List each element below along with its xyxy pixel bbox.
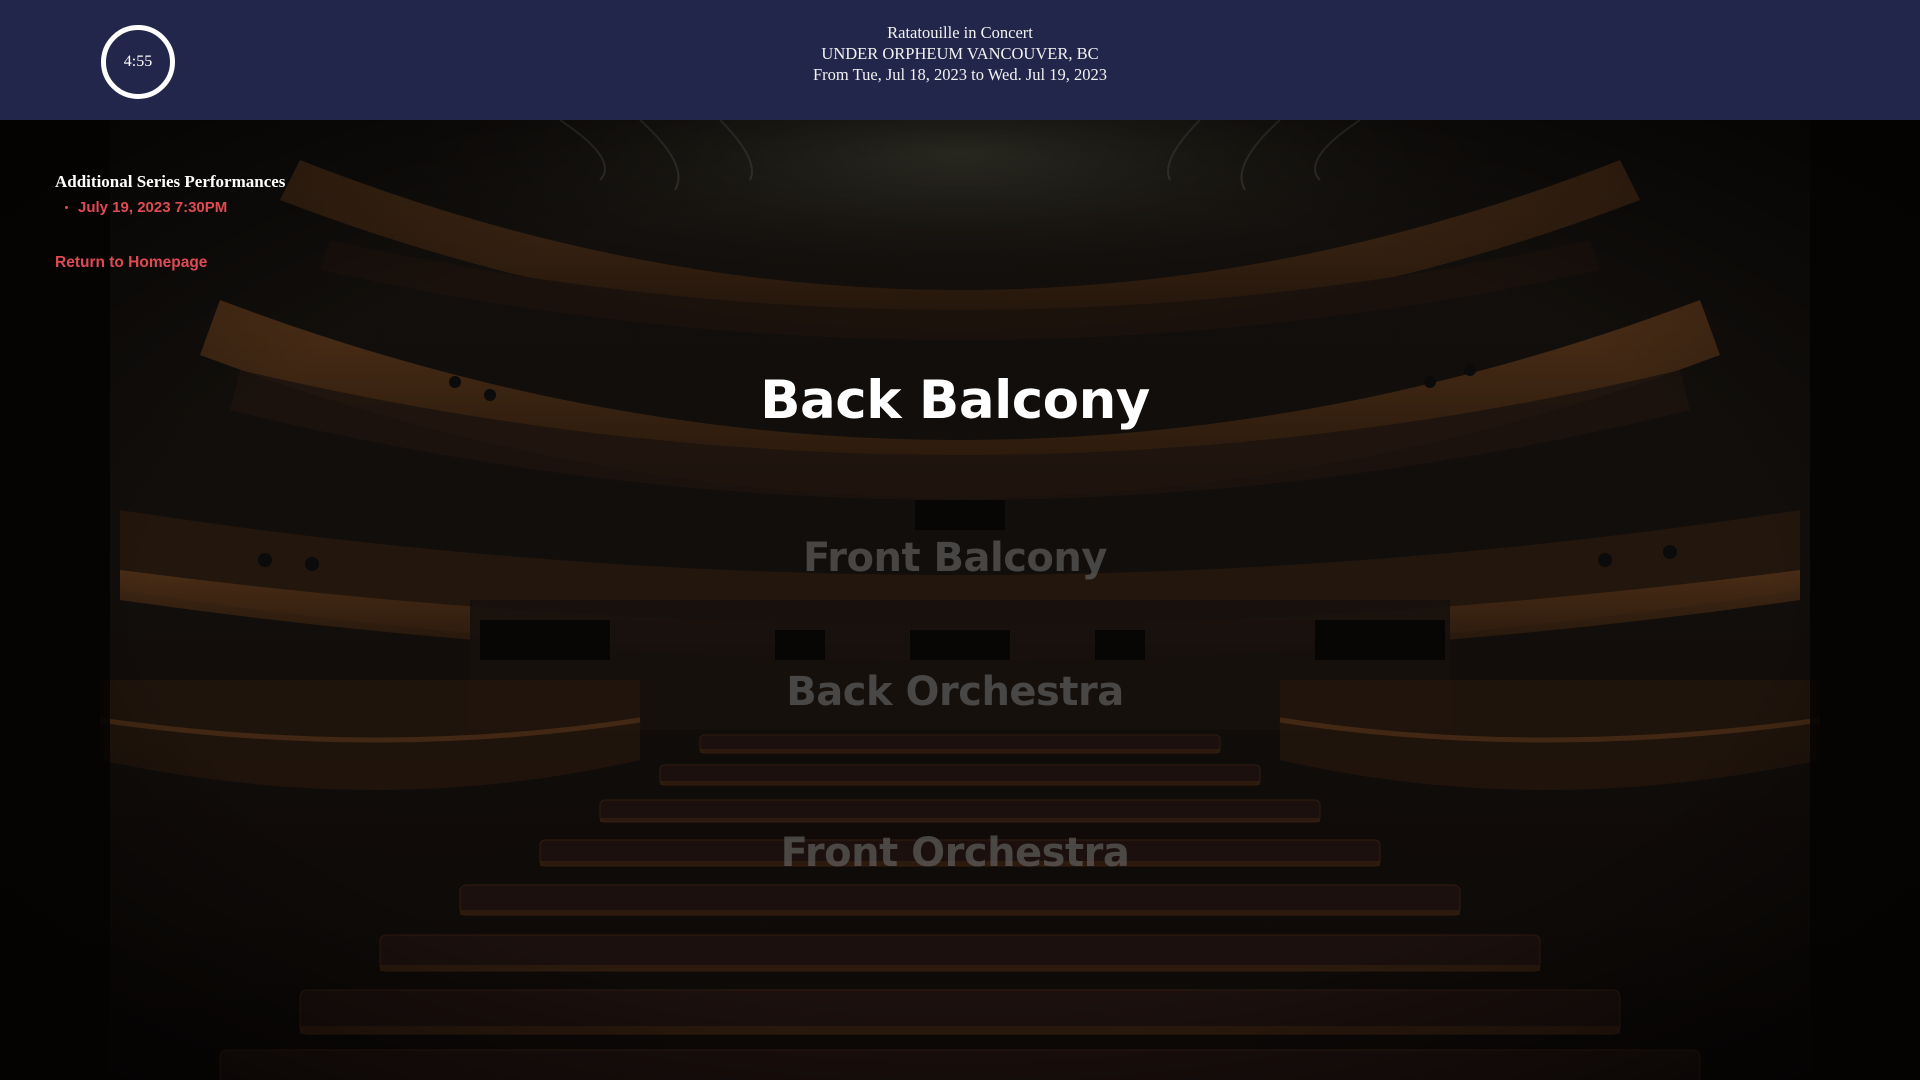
event-dates: From Tue, Jul 18, 2023 to Wed. Jul 19, 2… bbox=[812, 65, 1108, 84]
event-header: 4:55 Ratatouille in Concert UNDER ORPHEU… bbox=[0, 0, 1920, 120]
venue-background-image bbox=[0, 120, 1920, 1080]
event-venue: UNDER ORPHEUM VANCOUVER, BC bbox=[821, 44, 1099, 63]
event-title: Ratatouille in Concert bbox=[887, 23, 1033, 42]
performance-list: July 19, 2023 7:30PM bbox=[55, 199, 285, 216]
bullet-dot-icon bbox=[65, 206, 68, 209]
section-option-back-orchestra[interactable]: Back Orchestra bbox=[555, 669, 1355, 715]
event-info: Ratatouille in Concert UNDER ORPHEUM VAN… bbox=[560, 22, 1360, 85]
timer-value: 4:55 bbox=[123, 53, 153, 70]
performance-link[interactable]: July 19, 2023 7:30PM bbox=[55, 199, 285, 216]
series-performances-title: Additional Series Performances bbox=[55, 172, 286, 191]
sidebar: Additional Series Performances July 19, … bbox=[55, 172, 285, 272]
countdown-timer: 4:55 bbox=[101, 25, 175, 99]
section-option-back-balcony[interactable]: Back Balcony bbox=[555, 370, 1355, 431]
section-option-front-balcony[interactable]: Front Balcony bbox=[555, 535, 1355, 581]
performance-link-label: July 19, 2023 7:30PM bbox=[78, 199, 228, 216]
return-to-homepage-link[interactable]: Return to Homepage bbox=[55, 254, 207, 272]
section-option-front-orchestra[interactable]: Front Orchestra bbox=[555, 830, 1355, 876]
